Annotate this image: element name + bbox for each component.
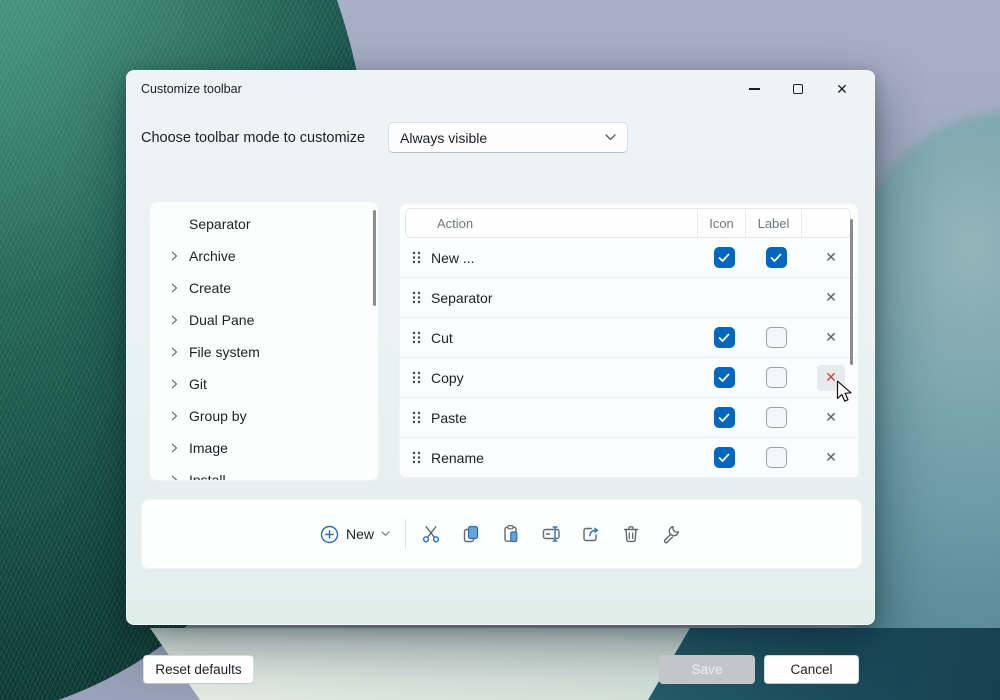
label-checkbox[interactable] xyxy=(766,447,787,468)
available-item[interactable]: File system xyxy=(150,336,378,368)
cut-icon[interactable] xyxy=(419,521,442,547)
table-row[interactable]: Cut ✕ xyxy=(400,318,858,358)
table-header: Action Icon Label xyxy=(405,208,851,238)
table-row[interactable]: Separator ✕ xyxy=(400,278,858,318)
icon-checkbox[interactable] xyxy=(714,447,735,468)
label-checkbox[interactable] xyxy=(766,407,787,428)
remove-item-button[interactable]: ✕ xyxy=(817,325,845,351)
row-action-label: New ... xyxy=(431,250,700,266)
row-action-label: Copy xyxy=(431,370,700,386)
reset-defaults-button[interactable]: Reset defaults xyxy=(143,655,254,684)
drag-handle-icon[interactable] xyxy=(412,411,422,424)
drag-handle-icon[interactable] xyxy=(412,291,422,304)
drag-handle-icon[interactable] xyxy=(412,251,422,264)
window-controls: ✕ xyxy=(732,71,864,107)
maximize-icon xyxy=(793,84,803,94)
available-item[interactable]: Git xyxy=(150,368,378,400)
toolbar-mode-dropdown[interactable]: Always visible xyxy=(388,122,628,153)
table-body: New ... ✕ Separator ✕ Cut ✕ Copy xyxy=(400,238,858,478)
chevron-right-icon[interactable] xyxy=(170,475,180,481)
titlebar[interactable]: Customize toolbar ✕ xyxy=(127,71,874,107)
chevron-right-icon[interactable] xyxy=(170,251,180,261)
label-checkbox[interactable] xyxy=(766,367,787,388)
column-header-icon: Icon xyxy=(697,209,745,237)
mouse-cursor xyxy=(836,380,855,410)
icon-checkbox[interactable] xyxy=(714,367,735,388)
chevron-right-icon[interactable] xyxy=(170,411,180,421)
icon-checkbox[interactable] xyxy=(714,327,735,348)
row-action-label: Cut xyxy=(431,330,700,346)
save-button[interactable]: Save xyxy=(659,655,755,684)
row-action-label: Rename xyxy=(431,450,700,466)
share-icon[interactable] xyxy=(579,521,602,547)
rename-icon[interactable] xyxy=(539,521,562,547)
toolbar-divider xyxy=(405,519,406,549)
available-items-panel: Separator Archive Create Dual Pane File … xyxy=(149,201,379,481)
available-item[interactable]: Group by xyxy=(150,400,378,432)
added-scrollbar[interactable] xyxy=(850,219,853,365)
table-row[interactable]: Paste ✕ xyxy=(400,398,858,438)
available-scrollbar[interactable] xyxy=(373,210,376,306)
toolbar-mode-label: Choose toolbar mode to customize xyxy=(141,130,365,146)
row-action-label: Separator xyxy=(431,290,700,306)
remove-item-button[interactable]: ✕ xyxy=(817,285,845,311)
available-item[interactable]: Image xyxy=(150,432,378,464)
row-action-label: Paste xyxy=(431,410,700,426)
available-items-list: Separator Archive Create Dual Pane File … xyxy=(150,208,378,481)
new-button[interactable]: New xyxy=(320,525,390,544)
available-item[interactable]: Dual Pane xyxy=(150,304,378,336)
label-checkbox[interactable] xyxy=(766,247,787,268)
column-header-action: Action xyxy=(406,209,697,237)
close-button[interactable]: ✕ xyxy=(820,74,864,104)
icon-checkbox[interactable] xyxy=(714,247,735,268)
cancel-button[interactable]: Cancel xyxy=(764,655,859,684)
toolbar-preview: New xyxy=(141,499,862,569)
table-row[interactable]: Rename ✕ xyxy=(400,438,858,478)
tools-icon[interactable] xyxy=(659,521,682,547)
icon-checkbox[interactable] xyxy=(714,407,735,428)
remove-item-button[interactable]: ✕ xyxy=(817,245,845,271)
maximize-button[interactable] xyxy=(776,74,820,104)
available-item[interactable]: Install xyxy=(150,464,378,481)
available-item[interactable]: Create xyxy=(150,272,378,304)
chevron-down-icon xyxy=(381,531,390,537)
available-item[interactable]: Separator xyxy=(150,208,378,240)
drag-handle-icon[interactable] xyxy=(412,451,422,464)
chevron-down-icon xyxy=(605,134,616,141)
remove-item-button[interactable]: ✕ xyxy=(817,445,845,471)
available-item[interactable]: Archive xyxy=(150,240,378,272)
toolbar-mode-row: Choose toolbar mode to customize Always … xyxy=(141,122,860,153)
drag-handle-icon[interactable] xyxy=(412,371,422,384)
minimize-icon xyxy=(749,88,760,89)
delete-icon[interactable] xyxy=(619,521,642,547)
paste-icon[interactable] xyxy=(499,521,522,547)
chevron-right-icon[interactable] xyxy=(170,347,180,357)
label-checkbox[interactable] xyxy=(766,327,787,348)
dropdown-selected-value: Always visible xyxy=(400,130,605,146)
chevron-right-icon[interactable] xyxy=(170,379,180,389)
chevron-right-icon[interactable] xyxy=(170,315,180,325)
table-row[interactable]: Copy ✕ xyxy=(400,358,858,398)
drag-handle-icon[interactable] xyxy=(412,331,422,344)
new-button-label: New xyxy=(346,526,374,542)
plus-circle-icon xyxy=(320,525,339,544)
added-items-table: Action Icon Label New ... ✕ Separator ✕ xyxy=(399,203,859,479)
table-row[interactable]: New ... ✕ xyxy=(400,238,858,278)
copy-icon[interactable] xyxy=(459,521,482,547)
minimize-button[interactable] xyxy=(732,74,776,104)
chevron-right-icon[interactable] xyxy=(170,283,180,293)
chevron-right-icon[interactable] xyxy=(170,443,180,453)
customize-toolbar-dialog: Customize toolbar ✕ Choose toolbar mode … xyxy=(126,70,875,625)
window-title: Customize toolbar xyxy=(141,82,242,96)
column-header-label: Label xyxy=(745,209,801,237)
